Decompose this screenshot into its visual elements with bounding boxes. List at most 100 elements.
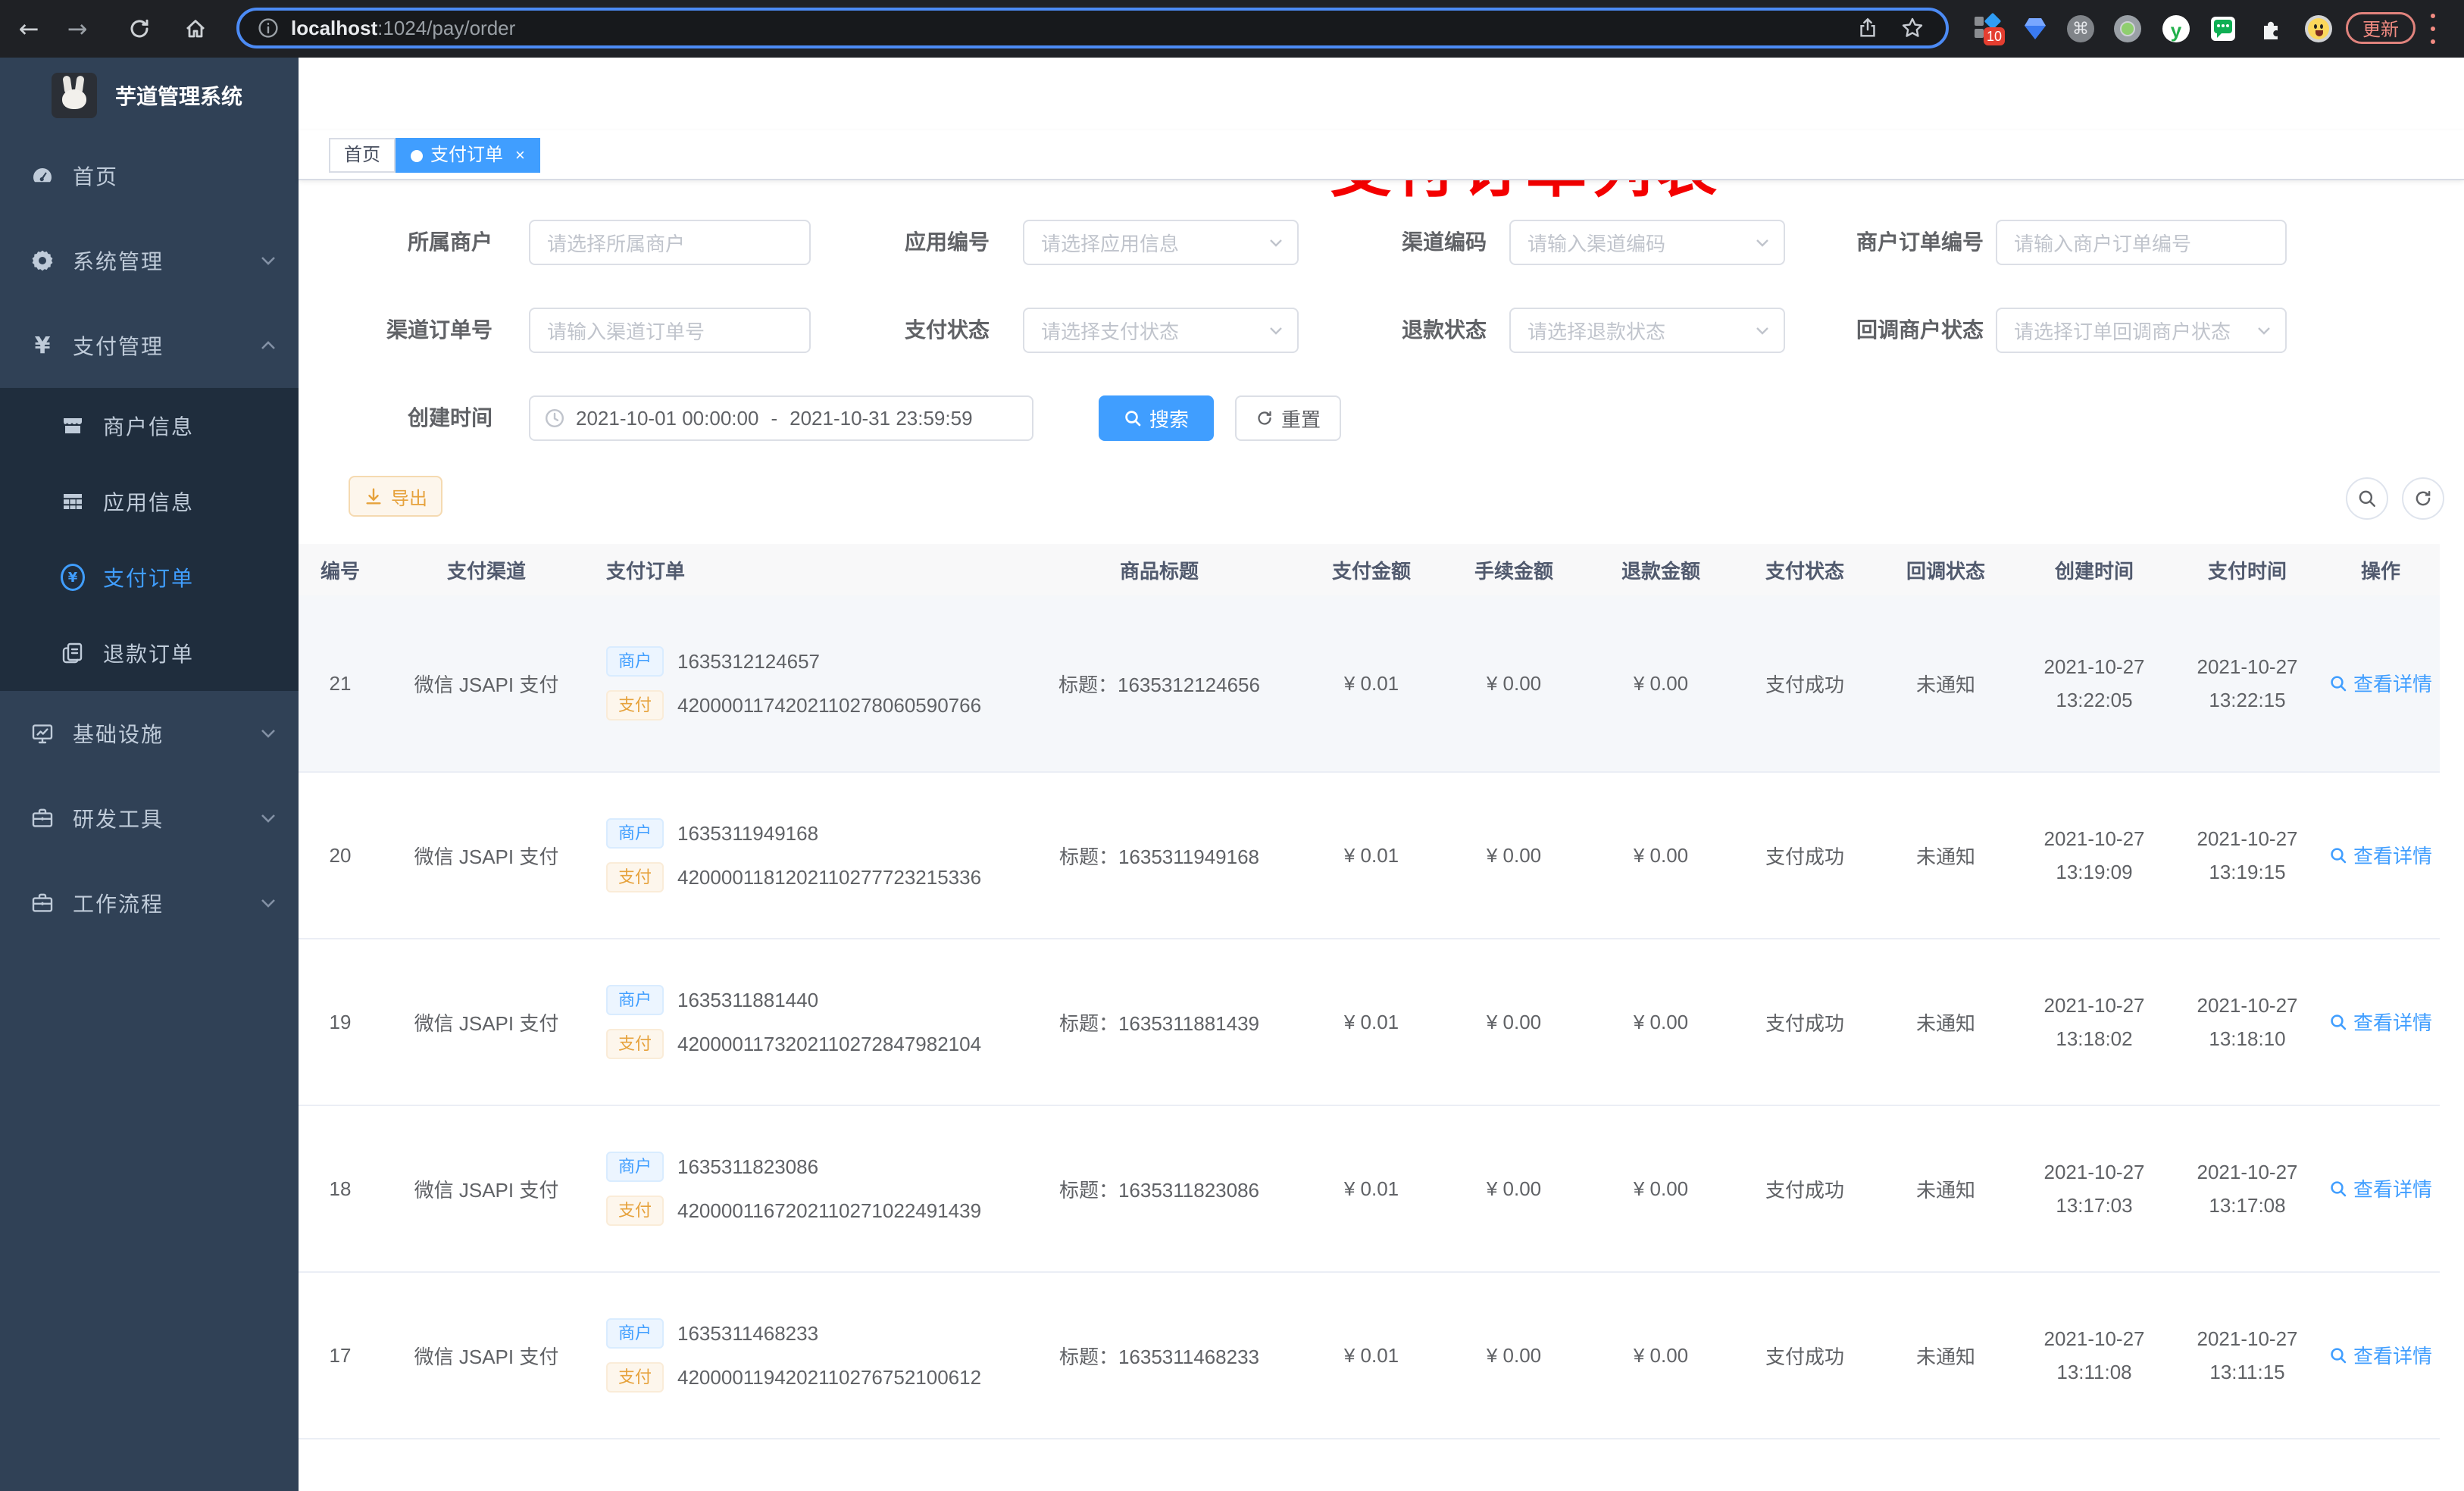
- cell-create-time: 2021-10-27 13:19:09: [2043, 827, 2145, 883]
- toggle-search-button[interactable]: [2346, 477, 2388, 520]
- merchant-order-no-input[interactable]: 请输入商户订单编号: [1996, 220, 2287, 265]
- gear-icon: [30, 248, 55, 273]
- yen-circle-icon: ¥: [61, 564, 85, 591]
- table-row: 19 微信 JSAPI 支付 商户 1635311881440 支付 42000…: [299, 939, 2440, 1106]
- bookmark-star-icon[interactable]: [1900, 16, 1925, 40]
- merchant-tag: 商户: [606, 1318, 664, 1349]
- cell-pay-time: 2021-10-27 13:22:15: [2197, 655, 2298, 711]
- merchant-tag: 商户: [606, 646, 664, 677]
- view-detail-link[interactable]: 查看详情: [2329, 1341, 2432, 1369]
- cell-title: 标题：1635311468233: [1058, 1345, 1260, 1368]
- profile-emoji-icon[interactable]: [2305, 15, 2332, 42]
- export-button[interactable]: 导出: [349, 476, 442, 517]
- chevron-down-icon: [2255, 321, 2273, 339]
- view-detail-link[interactable]: 查看详情: [2329, 669, 2432, 697]
- table-body: 21 微信 JSAPI 支付 商户 1635312124657 支付 42000…: [299, 595, 2440, 1491]
- tab-active-dot: [411, 150, 423, 162]
- detail-search-icon: [2331, 848, 2347, 864]
- cell-fee: ¥ 0.00: [1486, 1343, 1542, 1367]
- sidebar-item-app-info[interactable]: 应用信息: [0, 464, 299, 539]
- cell-fee: ¥ 0.00: [1486, 843, 1542, 867]
- view-detail-link[interactable]: 查看详情: [2329, 841, 2432, 869]
- date-range-input[interactable]: 2021-10-01 00:00:00 - 2021-10-31 23:59:5…: [529, 395, 1033, 441]
- cell-status: 支付成功: [1765, 1011, 1844, 1035]
- extension-y-icon[interactable]: y: [2162, 15, 2190, 42]
- cell-channel: 微信 JSAPI 支付: [414, 1011, 559, 1035]
- notify-status-select[interactable]: 请选择订单回调商户状态: [1996, 308, 2287, 353]
- shop-icon: [61, 414, 85, 438]
- cell-title: 标题：1635311823086: [1058, 1178, 1260, 1202]
- document-icon: [61, 641, 85, 665]
- detail-search-icon: [2331, 1014, 2347, 1030]
- tab-close-icon[interactable]: ×: [515, 145, 525, 164]
- cell-amount: ¥ 0.01: [1343, 843, 1399, 867]
- search-button[interactable]: 搜索: [1099, 395, 1214, 441]
- filter-label-notify-status: 回调商户状态: [1856, 318, 1984, 342]
- browser-forward-icon[interactable]: →: [61, 0, 94, 58]
- tab-home[interactable]: 首页: [329, 138, 396, 173]
- url-bar[interactable]: localhost:1024/pay/order: [236, 8, 1949, 48]
- extension-command-icon[interactable]: ⌘: [2067, 15, 2094, 42]
- cell-status: 支付成功: [1765, 1178, 1844, 1202]
- cell-fee: ¥ 0.00: [1486, 1010, 1542, 1033]
- cell-id: 18: [329, 1177, 352, 1200]
- share-icon[interactable]: [1856, 17, 1879, 39]
- merchant-tag: 商户: [606, 818, 664, 849]
- table-row: 17 微信 JSAPI 支付 商户 1635311468233 支付 42000…: [299, 1273, 2440, 1439]
- cell-channel: 微信 JSAPI 支付: [414, 1345, 559, 1368]
- table-header-row: 编号 支付渠道 支付订单 商品标题 支付金额 手续金额 退款金额 支付状态 回调…: [299, 544, 2440, 595]
- cell-id: 17: [329, 1343, 352, 1367]
- sidebar-item-refund-order[interactable]: 退款订单: [0, 615, 299, 691]
- cell-pay-time: 2021-10-27 13:17:08: [2197, 1161, 2298, 1217]
- sidebar-item-workflow[interactable]: 工作流程: [0, 861, 299, 946]
- cell-id: 20: [329, 843, 352, 867]
- extension-badge: 10: [1984, 27, 2005, 45]
- cell-refund: ¥ 0.00: [1633, 843, 1689, 867]
- cell-pay-time: 2021-10-27 13:11:15: [2197, 1327, 2298, 1383]
- update-button[interactable]: 更新: [2346, 12, 2416, 44]
- briefcase-icon: [30, 891, 55, 915]
- view-detail-link[interactable]: 查看详情: [2329, 1174, 2432, 1202]
- extension-tabs-icon[interactable]: 10: [1975, 12, 2005, 45]
- cell-create-time: 2021-10-27 13:17:03: [2043, 1161, 2145, 1217]
- extension-chat-icon[interactable]: [2211, 17, 2235, 41]
- extension-gem-icon[interactable]: [2022, 15, 2049, 42]
- reset-button[interactable]: 重置: [1235, 395, 1341, 441]
- filter-label-app: 应用编号: [904, 230, 990, 254]
- pay-tag: 支付: [606, 1196, 664, 1226]
- browser-home-icon[interactable]: [183, 17, 208, 41]
- sidebar-item-infra[interactable]: 基础设施: [0, 691, 299, 776]
- filter-label-create-time: 创建时间: [407, 406, 492, 430]
- screen: ← → localhost:1024/pay/order 10 ⌘ y 更新 芋…: [0, 0, 2464, 1491]
- detail-search-icon: [2331, 1348, 2347, 1364]
- browser-back-icon[interactable]: ←: [12, 0, 45, 58]
- browser-menu-icon[interactable]: [2431, 14, 2437, 44]
- table-row: 18 微信 JSAPI 支付 商户 1635311823086 支付 42000…: [299, 1106, 2440, 1273]
- app-logo-row[interactable]: 芋道管理系统: [0, 58, 299, 133]
- sidebar-item-pay-order[interactable]: ¥ 支付订单: [0, 539, 299, 615]
- browser-reload-icon[interactable]: [127, 17, 152, 41]
- cell-create-time: 2021-10-27 13:22:05: [2043, 655, 2145, 711]
- view-detail-link[interactable]: 查看详情: [2329, 1008, 2432, 1036]
- refresh-table-button[interactable]: [2402, 477, 2444, 520]
- sidebar-item-home[interactable]: 首页: [0, 133, 299, 218]
- extensions-puzzle-icon[interactable]: [2258, 15, 2285, 42]
- extension-recorder-icon[interactable]: [2114, 15, 2141, 42]
- cell-fee: ¥ 0.00: [1486, 1177, 1542, 1200]
- chevron-down-icon: [259, 894, 277, 912]
- cell-channel: 微信 JSAPI 支付: [414, 1178, 559, 1202]
- cell-refund: ¥ 0.00: [1633, 1343, 1689, 1367]
- cell-title: 标题：1635311881439: [1058, 1011, 1260, 1035]
- cell-amount: ¥ 0.01: [1343, 1177, 1399, 1200]
- site-info-icon[interactable]: [258, 17, 279, 39]
- cell-title: 标题：1635311949168: [1058, 845, 1260, 868]
- filter-label-merchant: 所属商户: [407, 230, 492, 254]
- cell-refund: ¥ 0.00: [1633, 671, 1689, 695]
- tab-pay-order[interactable]: 支付订单 ×: [396, 138, 540, 173]
- sidebar-item-devtools[interactable]: 研发工具: [0, 776, 299, 861]
- date-end: 2021-10-31 23:59:59: [790, 406, 973, 430]
- cell-status: 支付成功: [1765, 1345, 1844, 1368]
- pay-tag: 支付: [606, 862, 664, 892]
- browser-toolbar: ← → localhost:1024/pay/order 10 ⌘ y 更新: [0, 0, 2464, 58]
- url-text: localhost:1024/pay/order: [291, 16, 516, 39]
